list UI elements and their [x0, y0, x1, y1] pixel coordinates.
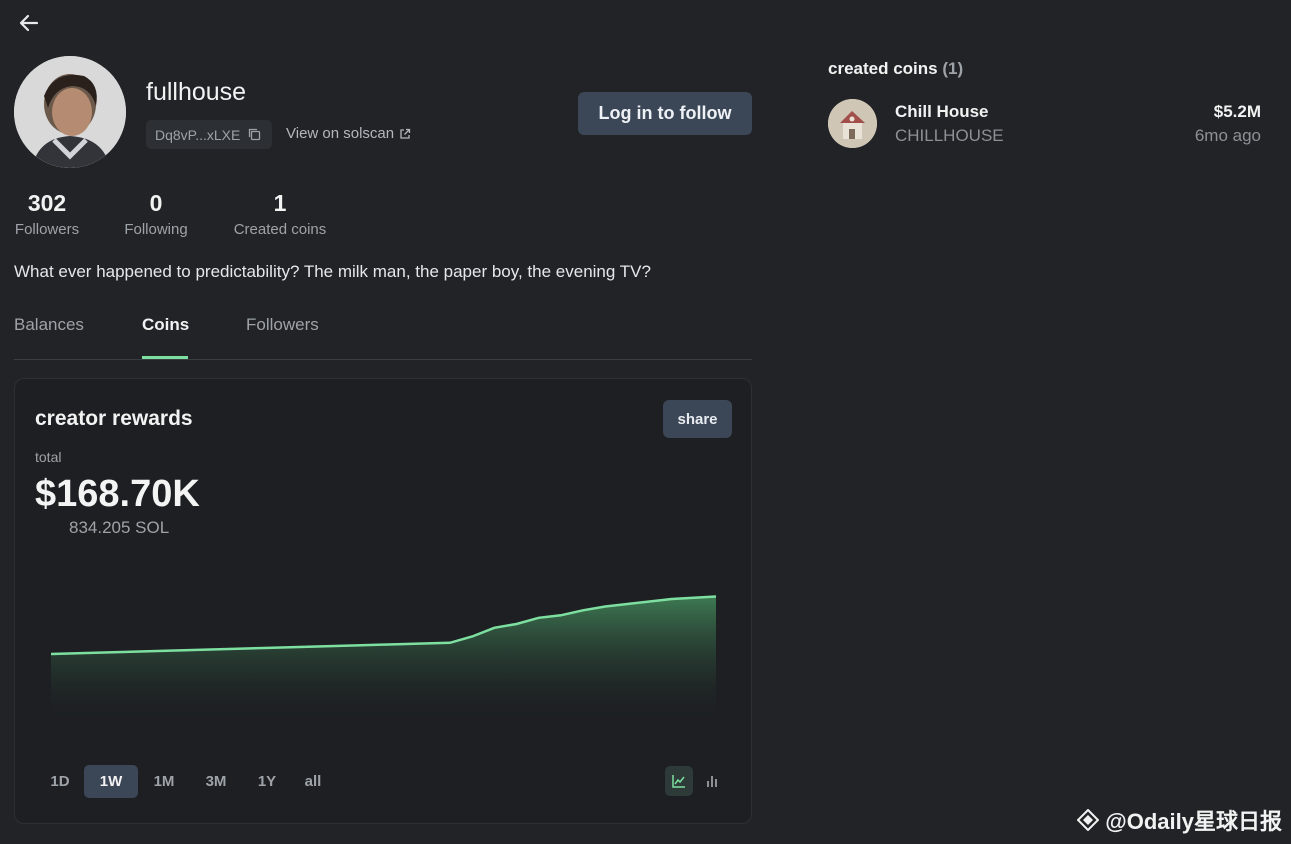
creator-rewards-card: creator rewards share total $168.70K 834…: [14, 378, 752, 824]
stat-label: Following: [124, 221, 188, 238]
stat-label: Created coins: [233, 221, 327, 238]
line-chart-toggle[interactable]: [665, 766, 693, 796]
coin-market-cap: $5.2M: [1213, 102, 1261, 121]
tab-followers[interactable]: Followers: [246, 315, 319, 335]
profile-username: fullhouse: [146, 78, 247, 106]
bar-chart-toggle[interactable]: [698, 766, 726, 796]
range-1m[interactable]: 1M: [145, 765, 183, 798]
chart-area-fill: [51, 596, 716, 719]
line-chart-icon: [672, 775, 685, 788]
profile-tabs: Balances Coins Followers: [14, 310, 752, 360]
bar-chart-icon: [707, 776, 717, 787]
profile-bio: What ever happened to predictability? Th…: [14, 262, 651, 281]
back-button[interactable]: [14, 8, 44, 38]
coin-ticker: CHILLHOUSE: [895, 126, 1004, 145]
log-in-to-follow-button[interactable]: Log in to follow: [578, 92, 752, 135]
range-all[interactable]: all: [297, 765, 329, 798]
active-tab-indicator: [142, 356, 188, 359]
view-on-solscan-link[interactable]: View on solscan: [286, 125, 411, 142]
watermark: @Odaily星球日报: [1077, 804, 1282, 836]
stat-following[interactable]: 0 Following: [122, 190, 190, 238]
copy-icon: [249, 128, 261, 141]
stat-created-coins[interactable]: 1 Created coins: [232, 190, 328, 238]
stat-value: 0: [149, 190, 163, 216]
range-1y[interactable]: 1Y: [251, 765, 283, 798]
stat-label: Followers: [14, 221, 80, 238]
range-1d[interactable]: 1D: [43, 765, 77, 798]
stat-value: 302: [27, 190, 67, 216]
created-coins-title: created coins: [828, 59, 938, 78]
solscan-label: View on solscan: [286, 125, 395, 142]
coin-image: [828, 99, 877, 148]
watermark-text: @Odaily星球日报: [1105, 809, 1282, 834]
address-text: Dq8vP...xLXE: [155, 126, 241, 143]
stat-followers[interactable]: 302 Followers: [14, 190, 80, 238]
rewards-chart: [50, 595, 717, 719]
tab-coins[interactable]: Coins: [142, 315, 189, 335]
stat-value: 1: [273, 190, 287, 216]
watermark-logo-icon: [1077, 809, 1100, 831]
arrow-left-icon: [19, 14, 39, 32]
created-coins-count: (1): [942, 59, 964, 78]
profile-avatar: [14, 56, 126, 168]
coin-name: Chill House: [895, 102, 989, 121]
range-1w[interactable]: 1W: [84, 765, 138, 798]
address-copy-button[interactable]: Dq8vP...xLXE: [146, 120, 272, 149]
tab-balances[interactable]: Balances: [14, 315, 84, 335]
external-link-icon: [400, 128, 411, 139]
range-3m[interactable]: 3M: [197, 765, 235, 798]
coin-age: 6mo ago: [1194, 126, 1261, 145]
coin-list-item[interactable]: Chill House CHILLHOUSE $5.2M 6mo ago: [828, 98, 1261, 152]
created-coins-header: created coins (1): [828, 59, 963, 79]
